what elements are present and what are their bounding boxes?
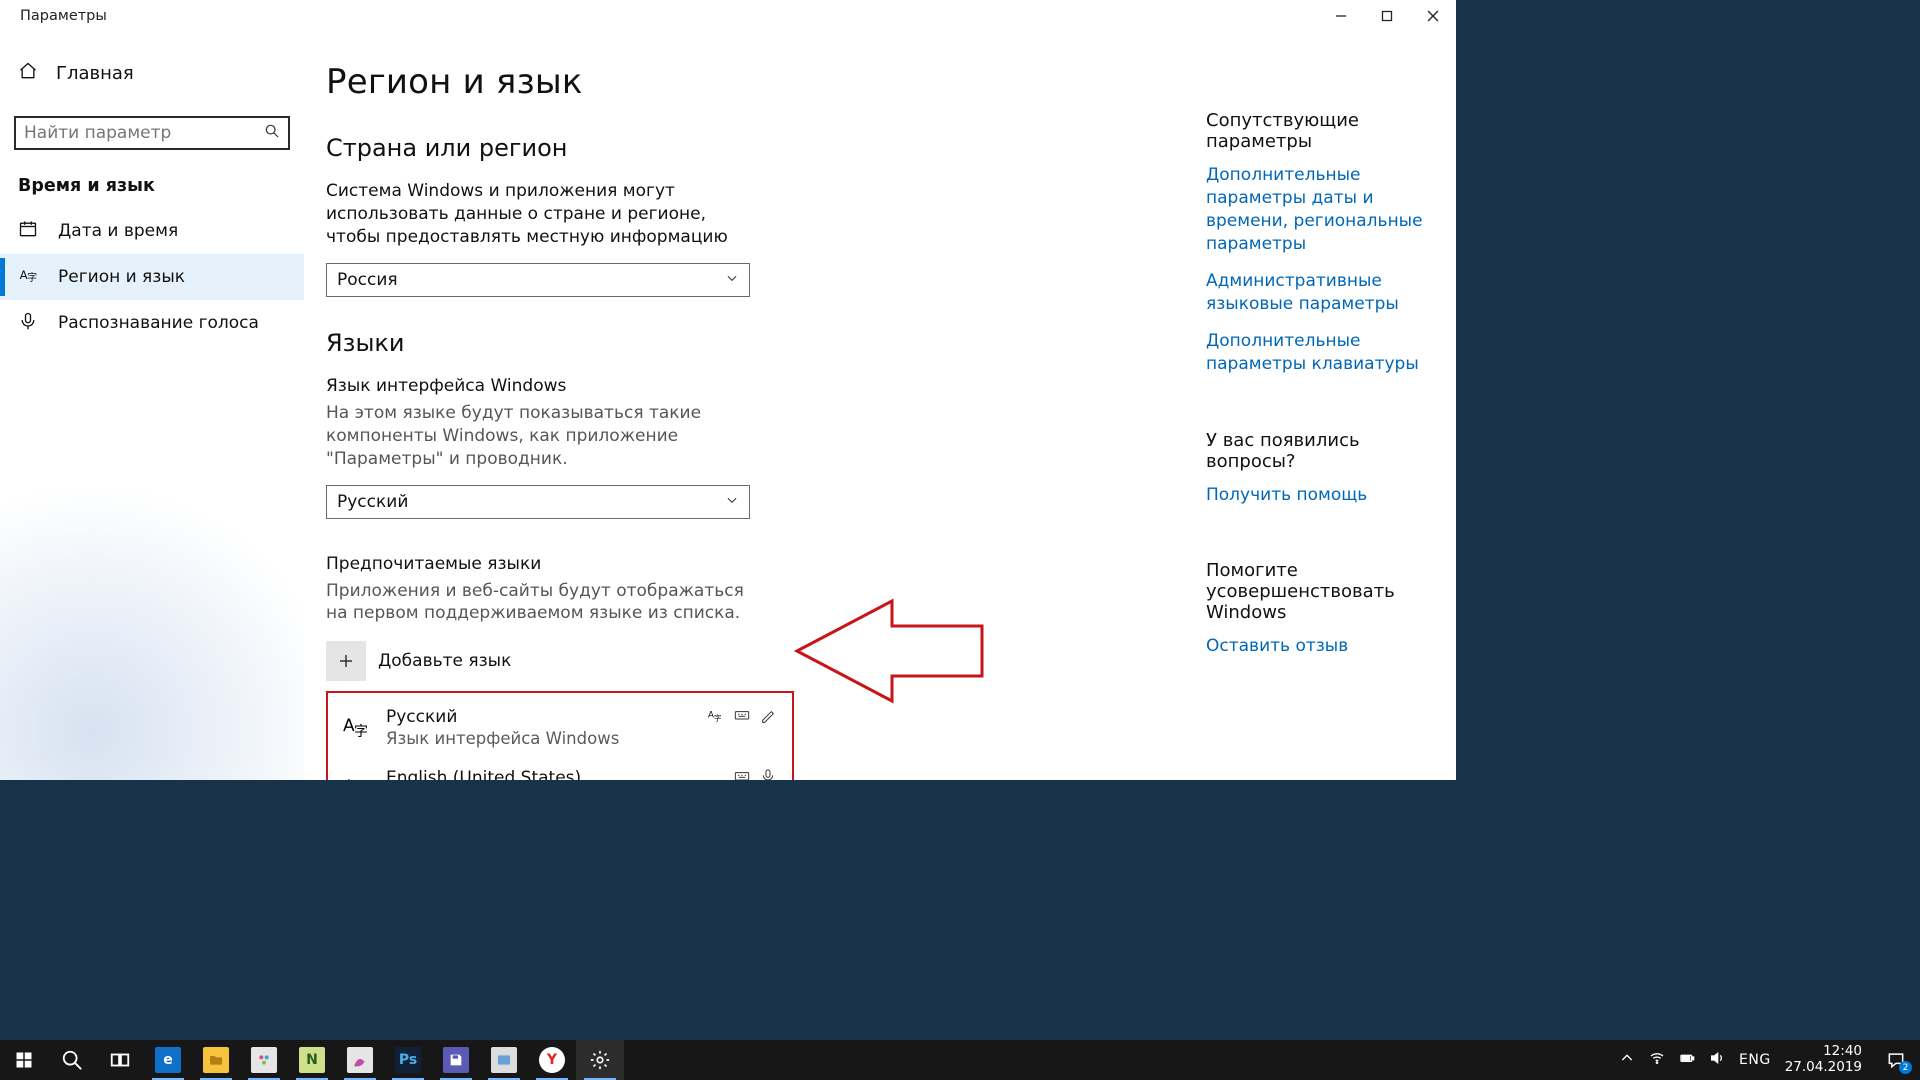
language-list-highlighted: A字 Русский Язык интерфейса Windows A字 A字 xyxy=(326,691,794,780)
taskbar-search-button[interactable] xyxy=(48,1040,96,1080)
search-icon xyxy=(264,123,280,143)
action-center-button[interactable]: 2 xyxy=(1872,1040,1920,1080)
language-feature-icons xyxy=(734,768,776,780)
minimize-button[interactable] xyxy=(1318,0,1364,32)
taskbar-app-yandex[interactable]: Y xyxy=(528,1040,576,1080)
sidebar-home[interactable]: Главная xyxy=(0,50,304,96)
sidebar-item-region-language[interactable]: A字 Регион и язык xyxy=(0,254,304,300)
sidebar: Главная Время и язык Дата и время xyxy=(0,32,304,780)
tray-time: 12:40 xyxy=(1785,1044,1862,1060)
sidebar-section-title: Время и язык xyxy=(18,176,304,196)
start-button[interactable] xyxy=(0,1040,48,1080)
taskbar-app-save[interactable] xyxy=(432,1040,480,1080)
language-item[interactable]: A字 Русский Язык интерфейса Windows A字 xyxy=(328,697,792,758)
language-item[interactable]: A字 English (United States) Доступен язык… xyxy=(328,758,792,780)
help-link[interactable]: Получить помощь xyxy=(1206,484,1432,507)
taskbar-app-notepadpp[interactable]: N xyxy=(288,1040,336,1080)
content-row: Главная Время и язык Дата и время xyxy=(0,32,1456,780)
sidebar-item-label: Распознавание голоса xyxy=(58,313,259,333)
related-link[interactable]: Административные языковые параметры xyxy=(1206,270,1432,316)
language-name: Русский xyxy=(386,707,619,727)
wifi-icon[interactable] xyxy=(1649,1050,1665,1070)
svg-text:A: A xyxy=(708,711,714,721)
chevron-down-icon xyxy=(725,492,739,512)
region-value: Россия xyxy=(337,270,398,290)
language-feature-icons: A字 xyxy=(708,707,776,727)
plus-icon xyxy=(326,641,366,681)
region-header: Страна или регион xyxy=(326,134,1166,162)
page-title: Регион и язык xyxy=(326,62,1166,102)
home-icon xyxy=(18,61,38,86)
keyboard-icon xyxy=(734,707,750,727)
clock-icon xyxy=(18,219,38,244)
maximize-button[interactable] xyxy=(1364,0,1410,32)
sidebar-item-label: Дата и время xyxy=(58,221,178,241)
related-title: Сопутствующие параметры xyxy=(1206,110,1432,152)
taskbar-app-explorer[interactable] xyxy=(192,1040,240,1080)
language-glyph-icon: A字 xyxy=(342,772,372,780)
search-input[interactable] xyxy=(24,123,264,143)
language-glyph-icon: A字 xyxy=(342,711,372,741)
sidebar-item-date-time[interactable]: Дата и время xyxy=(0,208,304,254)
related-link[interactable]: Дополнительные параметры клавиатуры xyxy=(1206,330,1432,376)
language-name: English (United States) xyxy=(386,768,613,780)
sidebar-item-speech[interactable]: Распознавание голоса xyxy=(0,300,304,346)
region-dropdown[interactable]: Россия xyxy=(326,263,750,297)
notification-badge: 2 xyxy=(1899,1061,1912,1074)
svg-text:字: 字 xyxy=(714,714,721,723)
chevron-down-icon xyxy=(725,270,739,290)
related-link[interactable]: Дополнительные параметры даты и времени,… xyxy=(1206,164,1432,256)
taskbar-app-edge[interactable]: e xyxy=(144,1040,192,1080)
system-tray: ENG 12:40 27.04.2019 xyxy=(1609,1040,1872,1080)
display-language-icon: A字 xyxy=(708,707,724,727)
taskbar-app-photoshop[interactable]: Ps xyxy=(384,1040,432,1080)
task-view-button[interactable] xyxy=(96,1040,144,1080)
tray-clock[interactable]: 12:40 27.04.2019 xyxy=(1785,1044,1862,1075)
feedback-link[interactable]: Оставить отзыв xyxy=(1206,635,1432,658)
svg-text:字: 字 xyxy=(27,270,37,283)
speech-icon xyxy=(760,768,776,780)
window-controls xyxy=(1318,0,1456,32)
preferred-languages-header: Предпочитаемые языки xyxy=(326,553,756,576)
related-column: Сопутствующие параметры Дополнительные п… xyxy=(1206,32,1456,780)
svg-text:字: 字 xyxy=(354,724,368,740)
questions-title: У вас появились вопросы? xyxy=(1206,430,1432,472)
handwriting-icon xyxy=(760,707,776,727)
battery-icon[interactable] xyxy=(1679,1050,1695,1070)
taskbar-app-paintnet[interactable] xyxy=(336,1040,384,1080)
display-language-desc: На этом языке будут показываться такие к… xyxy=(326,402,756,471)
keyboard-icon xyxy=(734,768,750,780)
sidebar-item-label: Регион и язык xyxy=(58,267,185,287)
add-language-label: Добавьте язык xyxy=(378,651,511,671)
taskbar-app-settings[interactable] xyxy=(576,1040,624,1080)
taskbar: e N Ps Y ENG 12:40 27.04.2019 2 xyxy=(0,1040,1920,1080)
tray-chevron-up-icon[interactable] xyxy=(1619,1050,1635,1070)
search-input-wrap[interactable] xyxy=(14,116,290,150)
svg-text:A: A xyxy=(343,777,355,780)
tray-language[interactable]: ENG xyxy=(1739,1052,1771,1068)
sidebar-nav: Дата и время A字 Регион и язык Распознава… xyxy=(0,208,304,346)
display-language-value: Русский xyxy=(337,492,408,512)
language-desc: Язык интерфейса Windows xyxy=(386,729,619,748)
volume-icon[interactable] xyxy=(1709,1050,1725,1070)
languages-header: Языки xyxy=(326,329,1166,357)
sidebar-home-label: Главная xyxy=(56,63,134,84)
main-content: Регион и язык Страна или регион Система … xyxy=(304,32,1206,780)
microphone-icon xyxy=(18,311,38,336)
window-title: Параметры xyxy=(20,8,107,24)
language-icon: A字 xyxy=(18,265,38,290)
taskbar-app-paint[interactable] xyxy=(240,1040,288,1080)
add-language-row[interactable]: Добавьте язык xyxy=(326,641,1166,681)
display-language-dropdown[interactable]: Русский xyxy=(326,485,750,519)
display-language-label: Язык интерфейса Windows xyxy=(326,375,756,398)
titlebar: Параметры xyxy=(0,0,1456,32)
tray-date: 27.04.2019 xyxy=(1785,1060,1862,1076)
settings-window: Параметры Главная xyxy=(0,0,1456,780)
taskbar-app-photos[interactable] xyxy=(480,1040,528,1080)
region-description: Система Windows и приложения могут испол… xyxy=(326,180,756,249)
improve-title: Помогите усовершенствовать Windows xyxy=(1206,560,1432,623)
close-button[interactable] xyxy=(1410,0,1456,32)
preferred-languages-desc: Приложения и веб-сайты будут отображатьс… xyxy=(326,580,756,626)
